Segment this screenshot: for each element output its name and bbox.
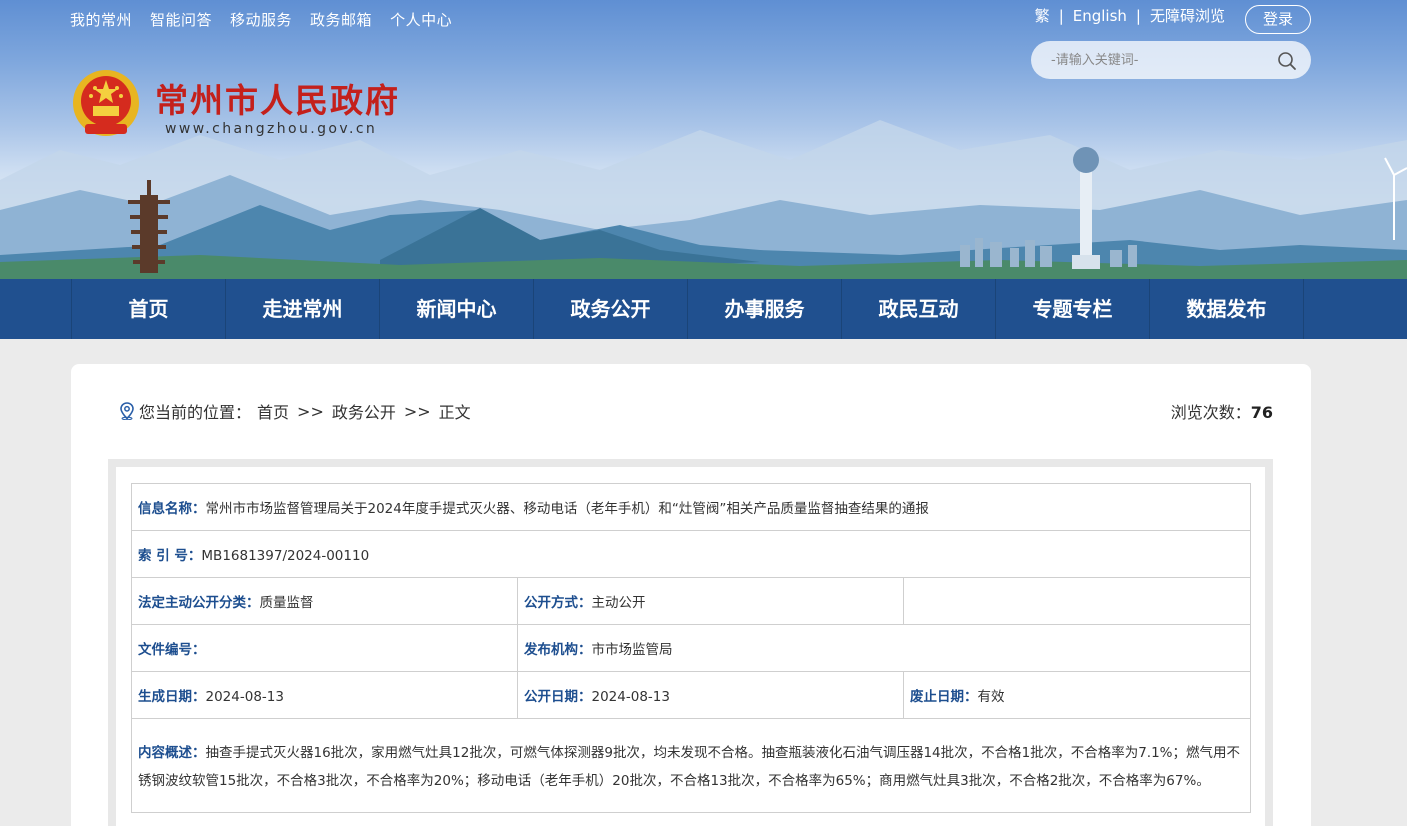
table-row: 索 引 号：MB1681397/2024-00110 xyxy=(130,530,1252,578)
table-row: 生成日期：2024-08-13 公开日期：2024-08-13 废止日期：有效 xyxy=(131,671,1252,719)
breadcrumb-separator: >> xyxy=(403,401,431,421)
publisher-value: 市市场监管局 xyxy=(591,642,673,658)
category-cell: 法定主动公开分类：质量监督 xyxy=(131,577,518,625)
view-count-label: 浏览次数： xyxy=(1170,403,1251,422)
category-value: 质量监督 xyxy=(259,595,314,611)
nav-item-about-changzhou[interactable]: 走进常州 xyxy=(226,279,380,339)
created-date-value: 2024-08-13 xyxy=(205,689,284,705)
nav-item-interaction[interactable]: 政民互动 xyxy=(842,279,996,339)
summary-label: 内容概述： xyxy=(138,744,206,761)
view-count-value: 76 xyxy=(1250,403,1273,422)
site-title: 常州市人民政府 xyxy=(155,81,400,120)
publisher-cell: 发布机构：市市场监管局 xyxy=(516,624,1252,672)
published-date-value: 2024-08-13 xyxy=(591,689,670,705)
info-name-value: 常州市市场监督管理局关于2024年度手提式灭火器、移动电话（老年手机）和“灶管阀… xyxy=(205,501,929,517)
search-input[interactable] xyxy=(1051,41,1271,79)
accessible-browse-link[interactable]: 无障碍浏览 xyxy=(1150,5,1225,26)
nav-item-news-center[interactable]: 新闻中心 xyxy=(380,279,534,339)
nav-item-gov-affairs[interactable]: 政务公开 xyxy=(534,279,688,339)
top-right-links: 繁 | English | 无障碍浏览 xyxy=(1035,5,1225,26)
top-utility-nav: 我的常州 智能问答 移动服务 政务邮箱 个人中心 xyxy=(70,9,452,30)
main-nav: 首页 走进常州 新闻中心 政务公开 办事服务 政民互动 专题专栏 数据发布 xyxy=(0,279,1407,339)
table-row: 文件编号： 发布机构：市市场监管局 xyxy=(131,624,1252,672)
summary-cell: 内容概述：抽查手提式灭火器16批次，家用燃气灶具12批次，可燃气体探测器9批次，… xyxy=(130,718,1252,813)
english-link[interactable]: English xyxy=(1073,7,1127,25)
view-count: 浏览次数：76 xyxy=(1171,399,1273,423)
nav-item-special-topics[interactable]: 专题专栏 xyxy=(996,279,1150,339)
search-box xyxy=(1031,41,1311,79)
content-panel: 您当前的位置： 首页 >> 政务公开 >> 正文 浏览次数：76 信息名称：常州… xyxy=(71,364,1311,826)
traditional-chinese-link[interactable]: 繁 xyxy=(1035,5,1050,26)
national-emblem-icon xyxy=(73,70,139,136)
search-icon[interactable] xyxy=(1277,51,1297,71)
info-table: 信息名称：常州市市场监督管理局关于2024年度手提式灭火器、移动电话（老年手机）… xyxy=(130,483,1252,813)
breadcrumb-current: 正文 xyxy=(438,403,471,422)
top-nav-gov-mailbox[interactable]: 政务邮箱 xyxy=(310,9,372,30)
table-row: 信息名称：常州市市场监督管理局关于2024年度手提式灭火器、移动电话（老年手机）… xyxy=(130,483,1252,531)
info-name-cell: 信息名称：常州市市场监督管理局关于2024年度手提式灭火器、移动电话（老年手机）… xyxy=(130,483,1252,531)
location-pin-icon xyxy=(120,402,134,420)
published-date-label: 公开日期： xyxy=(524,689,592,705)
site-url: www.changzhou.gov.cn xyxy=(165,121,378,137)
top-nav-smart-qa[interactable]: 智能问答 xyxy=(150,9,212,30)
summary-value: 抽查手提式灭火器16批次，家用燃气灶具12批次，可燃气体探测器9批次，均未发现不… xyxy=(138,744,1241,789)
breadcrumb-separator: >> xyxy=(297,401,324,421)
top-nav-mobile-service[interactable]: 移动服务 xyxy=(230,9,292,30)
empty-cell xyxy=(902,577,1252,625)
document-number-label: 文件编号： xyxy=(138,642,206,658)
disclosure-method-label: 公开方式： xyxy=(524,595,592,611)
breadcrumb-prefix: 您当前的位置： xyxy=(139,403,252,422)
info-table-container: 信息名称：常州市市场监督管理局关于2024年度手提式灭火器、移动电话（老年手机）… xyxy=(116,467,1265,826)
nav-item-home[interactable]: 首页 xyxy=(72,279,226,339)
divider: | xyxy=(1135,6,1141,25)
index-number-value: MB1681397/2024-00110 xyxy=(201,548,370,564)
login-button[interactable]: 登录 xyxy=(1245,5,1311,34)
top-nav-my-changzhou[interactable]: 我的常州 xyxy=(70,9,132,30)
disclosure-method-cell: 公开方式：主动公开 xyxy=(517,577,904,625)
nav-item-services[interactable]: 办事服务 xyxy=(688,279,842,339)
document-number-cell: 文件编号： xyxy=(131,624,518,672)
table-row: 内容概述：抽查手提式灭火器16批次，家用燃气灶具12批次，可燃气体探测器9批次，… xyxy=(130,718,1252,813)
table-row: 法定主动公开分类：质量监督 公开方式：主动公开 xyxy=(131,577,1252,625)
info-name-label: 信息名称： xyxy=(138,501,206,517)
index-number-label: 索 引 号： xyxy=(138,548,202,564)
nav-item-data-release[interactable]: 数据发布 xyxy=(1150,279,1304,339)
breadcrumb-gov-affairs[interactable]: 政务公开 xyxy=(332,399,396,423)
breadcrumb: 您当前的位置： 首页 >> 政务公开 >> 正文 xyxy=(119,399,471,423)
index-number-cell: 索 引 号：MB1681397/2024-00110 xyxy=(130,530,1252,578)
divider: | xyxy=(1058,6,1064,25)
disclosure-method-value: 主动公开 xyxy=(591,595,646,611)
publisher-label: 发布机构： xyxy=(524,642,592,658)
header-banner: 我的常州 智能问答 移动服务 政务邮箱 个人中心 繁 | English | 无… xyxy=(0,0,1407,279)
created-date-cell: 生成日期：2024-08-13 xyxy=(131,671,518,719)
top-nav-personal-center[interactable]: 个人中心 xyxy=(390,9,452,30)
created-date-label: 生成日期： xyxy=(138,689,206,705)
info-table-frame: 信息名称：常州市市场监督管理局关于2024年度手提式灭火器、移动电话（老年手机）… xyxy=(108,459,1273,826)
breadcrumb-home[interactable]: 首页 xyxy=(257,399,289,423)
expiry-date-value: 有效 xyxy=(977,689,1005,705)
published-date-cell: 公开日期：2024-08-13 xyxy=(517,671,904,719)
category-label: 法定主动公开分类： xyxy=(138,595,260,611)
expiry-date-label: 废止日期： xyxy=(910,689,978,705)
expiry-date-cell: 废止日期：有效 xyxy=(902,671,1252,719)
